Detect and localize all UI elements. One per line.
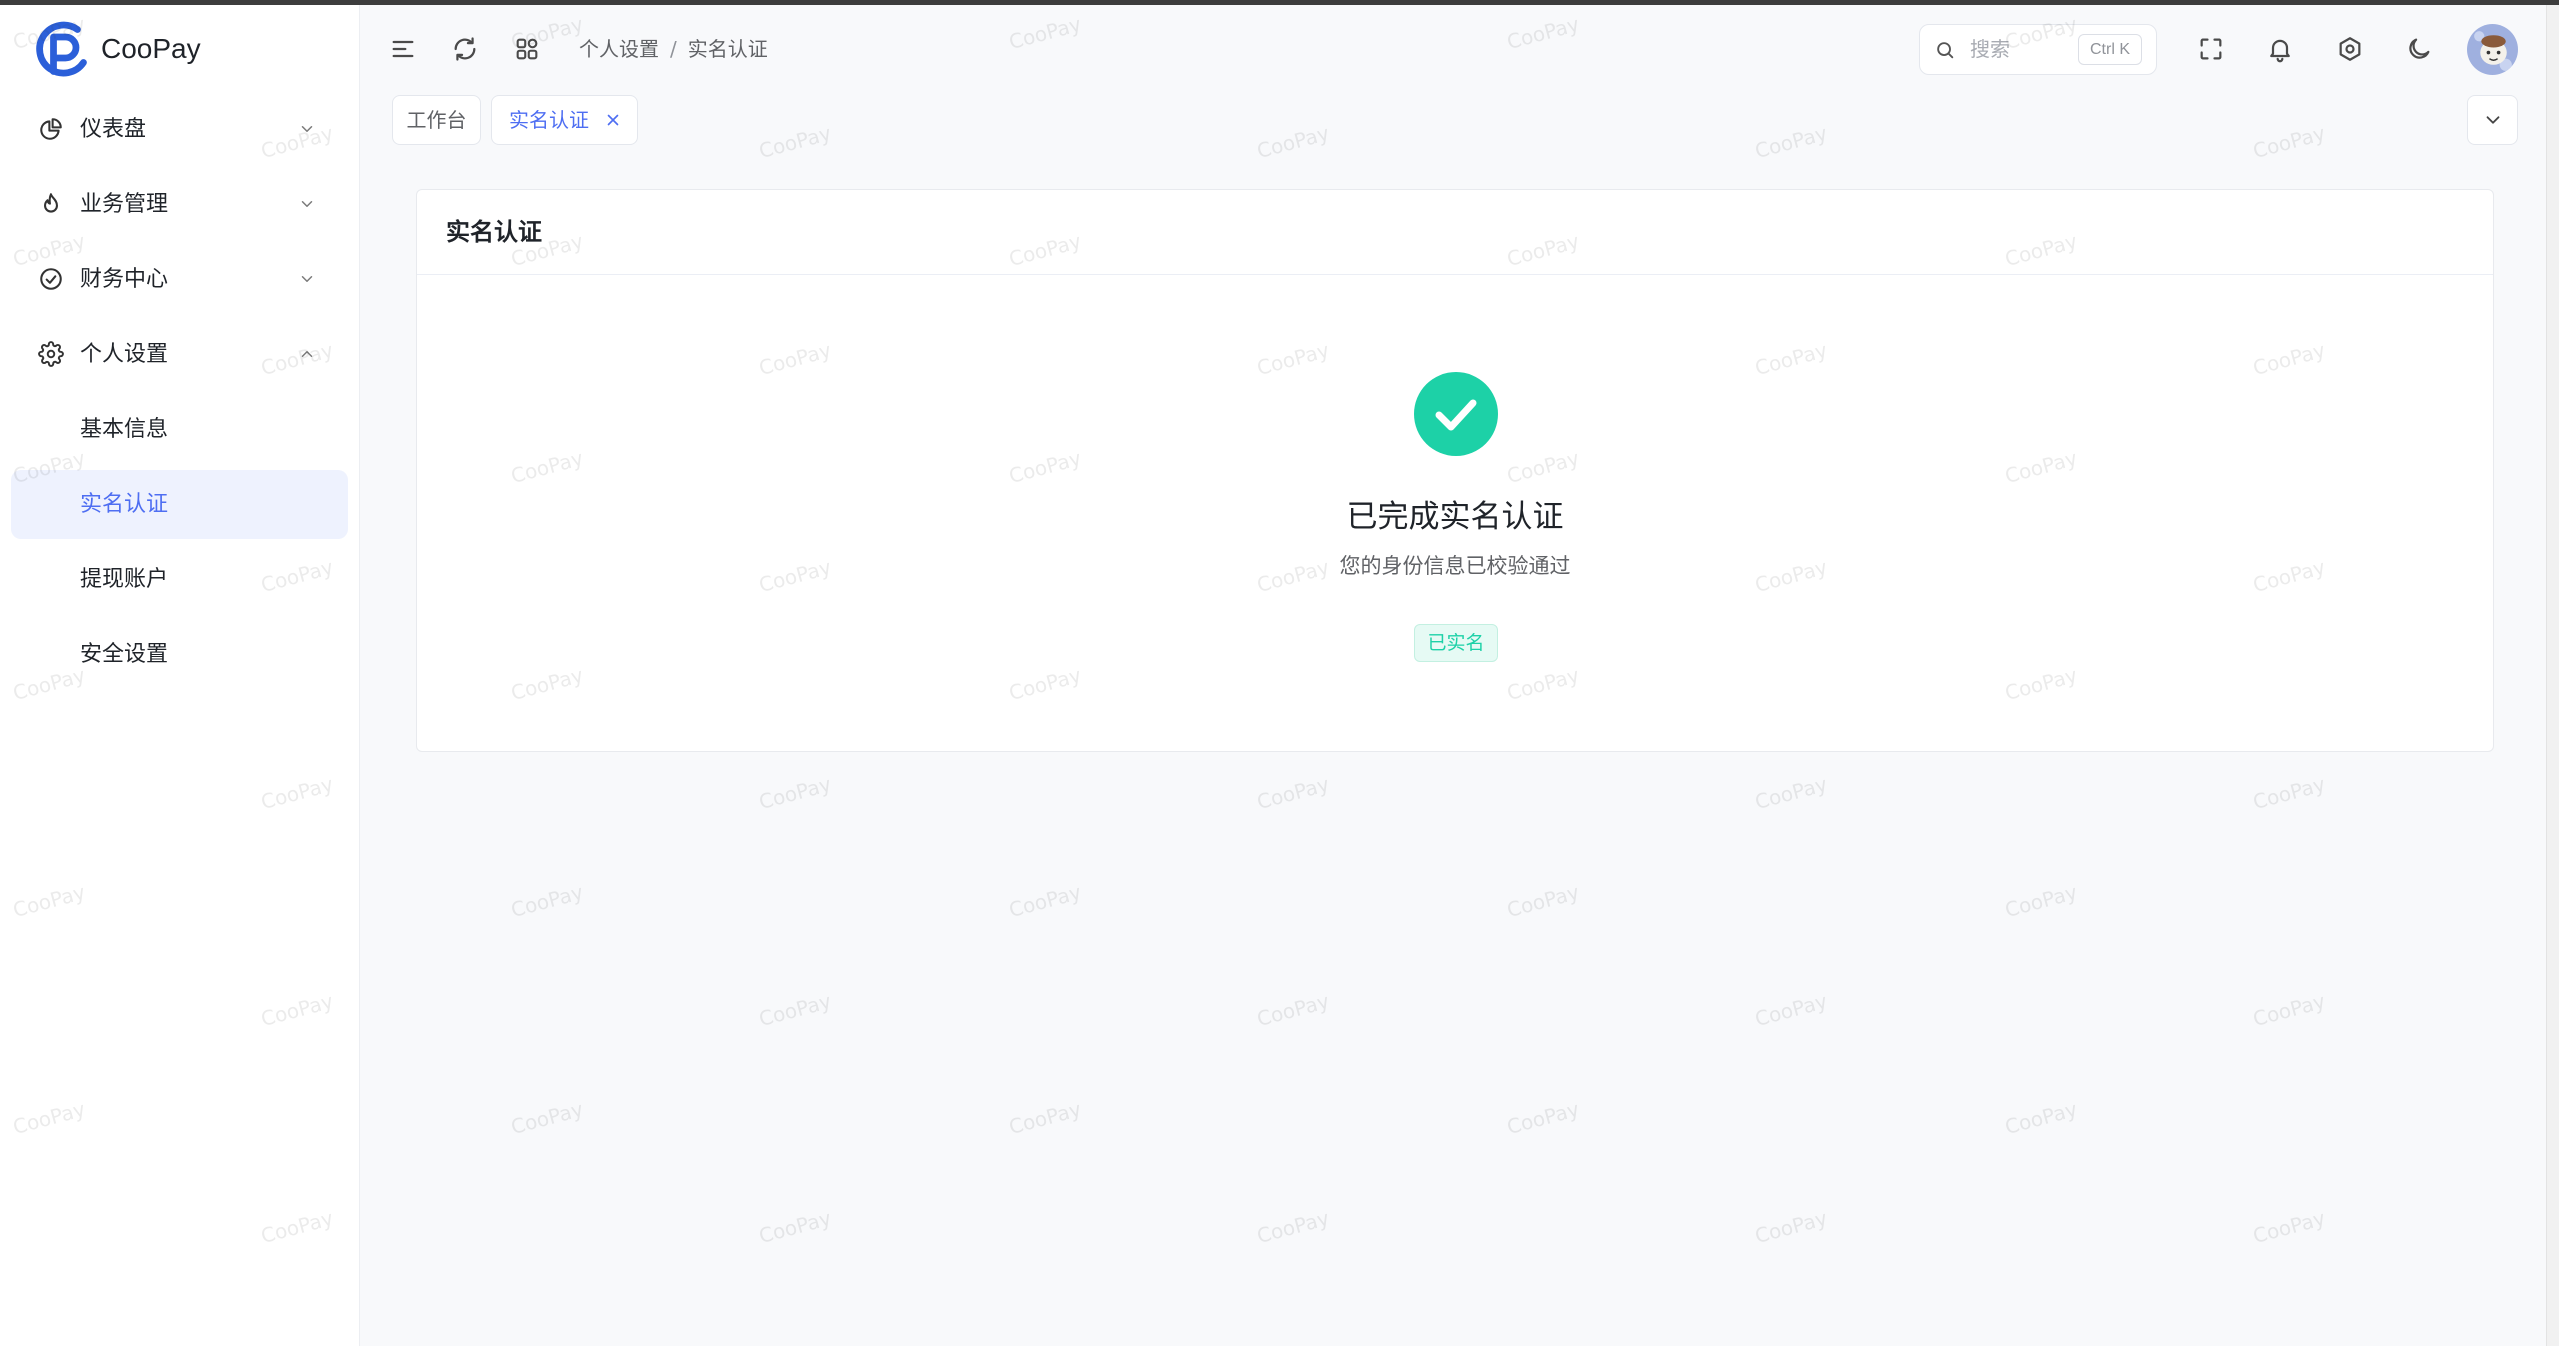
watermark-text: CooPay xyxy=(1504,11,1582,55)
gear-icon xyxy=(38,341,64,367)
settings-icon xyxy=(2339,37,2361,61)
chevron-down-icon xyxy=(298,120,316,138)
result-subtitle: 您的身份信息已校验通过 xyxy=(1339,554,1571,578)
menu-fold-icon xyxy=(392,40,414,58)
chevron-up-icon xyxy=(298,345,316,363)
real-name-auth-card: 实名认证 已完成实名认证 您的身份信息已校验通过 已实名 xyxy=(416,189,2494,752)
sidebar-item-label: 业务管理 xyxy=(80,192,169,217)
result-title: 已完成实名认证 xyxy=(1346,499,1564,535)
watermark-text: CooPay xyxy=(756,1205,834,1248)
refresh-icon xyxy=(454,37,476,61)
watermark-text: CooPay xyxy=(2002,879,2080,923)
watermark-text: CooPay xyxy=(1006,879,1084,923)
watermark-text: CooPay xyxy=(1752,988,1830,1031)
pie-chart-icon xyxy=(38,116,64,142)
sidebar-item-personal-settings[interactable]: 个人设置 xyxy=(0,317,359,392)
fullscreen-button[interactable] xyxy=(2189,27,2233,71)
sidebar-item-business[interactable]: 业务管理 xyxy=(0,167,359,242)
search-placeholder: 搜索 xyxy=(1970,37,2010,61)
watermark-text: CooPay xyxy=(508,1096,586,1140)
fullscreen-icon xyxy=(2200,38,2222,60)
card-title: 实名认证 xyxy=(417,190,2493,275)
success-check-icon xyxy=(1414,372,1498,456)
watermark-text: CooPay xyxy=(1504,1096,1582,1140)
refresh-button[interactable] xyxy=(443,27,487,71)
menu-fold-button[interactable] xyxy=(381,27,425,71)
watermark-text: CooPay xyxy=(1006,11,1084,55)
settings-button[interactable] xyxy=(2328,27,2372,71)
sidebar-item-label: 个人设置 xyxy=(80,342,169,367)
watermark-text: CooPay xyxy=(508,879,586,923)
tab-label: 工作台 xyxy=(406,108,467,132)
moon-icon xyxy=(2409,38,2430,59)
watermark-text: CooPay xyxy=(1006,1096,1084,1140)
watermark-text: CooPay xyxy=(2002,1096,2080,1140)
sidebar-item-finance[interactable]: 财务中心 xyxy=(0,242,359,317)
breadcrumb-separator: / xyxy=(670,37,677,61)
chevron-down-icon xyxy=(298,270,316,288)
chevron-down-icon xyxy=(2486,116,2499,124)
watermark-text: CooPay xyxy=(1254,1205,1332,1248)
apps-grid-button[interactable] xyxy=(505,27,549,71)
search-icon xyxy=(1934,39,1956,61)
tabs-more-button[interactable] xyxy=(2467,95,2518,145)
watermark-text: CooPay xyxy=(2250,988,2328,1031)
status-badge: 已实名 xyxy=(1414,624,1498,662)
search-shortcut-badge: Ctrl K xyxy=(2078,34,2142,65)
watermark-text: CooPay xyxy=(1752,120,1830,163)
breadcrumb-item-current: 实名认证 xyxy=(687,37,768,61)
tab-label: 实名认证 xyxy=(509,108,589,132)
watermark-text: CooPay xyxy=(1254,771,1332,814)
sidebar-subitem-label: 提现账户 xyxy=(80,567,169,592)
sidebar-item-label: 仪表盘 xyxy=(80,117,147,142)
watermark-text: CooPay xyxy=(1504,879,1582,923)
sidebar-subitem-real-name-auth[interactable]: 实名认证 xyxy=(11,470,348,539)
sidebar-subitem-label: 基本信息 xyxy=(80,417,169,442)
watermark-text: CooPay xyxy=(2250,771,2328,814)
chevron-down-icon xyxy=(298,195,316,213)
watermark-text: CooPay xyxy=(2250,1205,2328,1248)
breadcrumb-item[interactable]: 个人设置 xyxy=(579,29,659,69)
page-scrollbar[interactable] xyxy=(2546,5,2559,1346)
watermark-text: CooPay xyxy=(756,771,834,814)
notifications-button[interactable] xyxy=(2258,27,2302,71)
sidebar-item-label: 财务中心 xyxy=(80,267,169,292)
brand-name[interactable]: CooPay xyxy=(101,30,201,68)
sidebar-subitem-label: 实名认证 xyxy=(80,492,169,517)
watermark-text: CooPay xyxy=(1254,988,1332,1031)
sidebar: CooPay 仪表盘 业务管理 财务中心 个人设置 基本信息 实名认证 提现账户… xyxy=(0,0,360,1346)
avatar[interactable] xyxy=(2467,24,2518,75)
sidebar-subitem-basic-info[interactable]: 基本信息 xyxy=(11,395,348,464)
tab-workbench[interactable]: 工作台 xyxy=(392,95,481,145)
sidebar-subitem-withdraw-account[interactable]: 提现账户 xyxy=(11,545,348,614)
breadcrumb: 个人设置 / 实名认证 xyxy=(579,29,768,69)
coopay-logo-icon[interactable] xyxy=(30,16,92,82)
sidebar-item-dashboard[interactable]: 仪表盘 xyxy=(0,92,359,167)
watermark-text: CooPay xyxy=(1752,771,1830,814)
apps-grid-icon xyxy=(516,38,538,60)
watermark-text: CooPay xyxy=(1254,120,1332,163)
watermark-text: CooPay xyxy=(756,988,834,1031)
sidebar-subitem-label: 安全设置 xyxy=(80,642,169,667)
watermark-text: CooPay xyxy=(2250,120,2328,163)
watermark-text: CooPay xyxy=(1752,1205,1830,1248)
sidebar-subitem-security-settings[interactable]: 安全设置 xyxy=(11,620,348,689)
watermark-text: CooPay xyxy=(756,120,834,163)
check-circle-icon xyxy=(38,266,64,292)
window-top-border xyxy=(0,0,2559,5)
bell-icon xyxy=(2270,39,2290,63)
theme-toggle-button[interactable] xyxy=(2397,27,2441,71)
tab-real-name-auth[interactable]: 实名认证 xyxy=(491,95,638,145)
flame-icon xyxy=(38,191,64,217)
search-input[interactable]: 搜索 Ctrl K xyxy=(1919,24,2157,75)
close-icon[interactable] xyxy=(604,111,622,129)
